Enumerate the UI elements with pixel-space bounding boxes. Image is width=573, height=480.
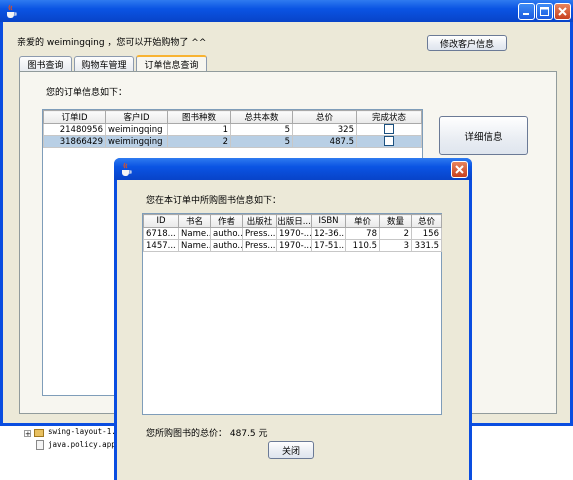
cell-author: autho... [210,227,243,240]
cell-total: 325 [292,123,357,136]
table-row[interactable]: 31866429 weimingqing 2 5 487.5 [43,135,422,148]
cell-count: 5 [230,135,293,148]
cell-customer-id: weimingqing [105,135,168,148]
total-price-value: 487.5 元 [229,429,268,439]
cell-done [356,135,422,148]
col-kinds[interactable]: 图书种数 [167,110,231,124]
tab-order-query[interactable]: 订单信息查询 [136,55,207,72]
orders-heading: 您的订单信息如下： [46,88,128,98]
col-name[interactable]: 书名 [178,214,211,228]
dialog-close-button[interactable] [451,161,468,178]
order-details-dialog: 您在本订单中所购图书信息如下： ID 书名 作者 出版社 出版日... ISBN… [114,158,472,480]
cell-date: 1970-... [276,227,312,240]
dialog-content: 您在本订单中所购图书信息如下： ID 书名 作者 出版社 出版日... ISBN… [117,180,469,480]
maximize-icon [540,7,549,16]
close-icon [455,165,464,174]
tree-expand-icon[interactable]: + [24,430,31,438]
edit-customer-button[interactable]: 修改客户信息 [427,35,507,51]
col-author[interactable]: 作者 [210,214,243,228]
file-icon [36,440,44,450]
file-tree: + swing-layout-1... java.policy.app... [0,426,129,480]
cell-total: 487.5 [292,135,357,148]
books-header-row: ID 书名 作者 出版社 出版日... ISBN 单价 数量 总价 [143,214,442,228]
tab-cart-management[interactable]: 购物车管理 [74,56,134,71]
cell-price: 110.5 [345,239,380,252]
col-publisher[interactable]: 出版社 [242,214,277,228]
cell-publisher: Press... [242,227,277,240]
cell-qty: 2 [379,227,412,240]
col-date[interactable]: 出版日... [276,214,312,228]
cell-total: 331.5 [411,239,442,252]
col-order-id[interactable]: 订单ID [43,110,106,124]
cell-count: 5 [230,123,293,136]
java-cup-icon [5,4,17,18]
done-checkbox[interactable] [384,124,394,135]
details-button[interactable]: 详细信息 [439,116,528,155]
cell-customer-id: weimingqing [105,123,168,136]
cell-kinds: 2 [167,135,231,148]
cell-author: autho... [210,239,243,252]
cell-kinds: 1 [167,123,231,136]
dialog-heading: 您在本订单中所购图书信息如下： [146,196,282,206]
col-customer-id[interactable]: 客户ID [105,110,168,124]
close-button[interactable] [554,3,571,20]
dialog-close-action-button[interactable]: 关闭 [268,441,314,459]
cell-publisher: Press... [242,239,277,252]
books-table-scrollpane[interactable]: ID 书名 作者 出版社 出版日... ISBN 单价 数量 总价 6718..… [142,213,442,415]
col-qty[interactable]: 数量 [379,214,412,228]
cell-order-id: 31866429 [43,135,106,148]
cell-id: 6718... [143,227,179,240]
done-checkbox[interactable] [384,136,394,147]
orders-header-row: 订单ID 客户ID 图书种数 总共本数 总价 完成状态 [43,110,422,124]
books-table: ID 书名 作者 出版社 出版日... ISBN 单价 数量 总价 6718..… [143,214,442,252]
cell-name: Name... [178,239,211,252]
cell-name: Name... [178,227,211,240]
close-icon [558,7,567,16]
dialog-titlebar[interactable] [114,158,472,180]
total-price-label: 您所购图书的总价： [146,429,228,439]
cell-total: 156 [411,227,442,240]
java-cup-icon [120,162,132,176]
cell-isbn: 12-36... [311,227,346,240]
orders-table: 订单ID 客户ID 图书种数 总共本数 总价 完成状态 21480956 wei… [43,110,422,148]
greeting-text: 亲爱的 weimingqing ，您可以开始购物了 ^^ [17,38,207,48]
col-price[interactable]: 单价 [345,214,380,228]
col-total[interactable]: 总价 [411,214,442,228]
col-done[interactable]: 完成状态 [356,110,422,124]
col-count[interactable]: 总共本数 [230,110,293,124]
cell-id: 1457... [143,239,179,252]
tab-book-search[interactable]: 图书查询 [19,56,72,71]
folder-icon [34,429,44,437]
cell-done [356,123,422,136]
col-total[interactable]: 总价 [292,110,357,124]
table-row[interactable]: 1457... Name... autho... Press... 1970-.… [143,239,442,252]
col-id[interactable]: ID [143,214,179,228]
cell-isbn: 17-51... [311,239,346,252]
cell-price: 78 [345,227,380,240]
table-row[interactable]: 6718... Name... autho... Press... 1970-.… [143,227,442,240]
main-titlebar[interactable] [0,0,573,22]
minimize-icon [523,13,529,15]
col-isbn[interactable]: ISBN [311,214,346,228]
maximize-button[interactable] [536,3,553,20]
total-price-line: 您所购图书的总价： 487.5 元 [146,426,268,439]
cell-order-id: 21480956 [43,123,106,136]
cell-date: 1970-... [276,239,312,252]
table-row[interactable]: 21480956 weimingqing 1 5 325 [43,123,422,136]
minimize-button[interactable] [518,3,535,20]
cell-qty: 3 [379,239,412,252]
